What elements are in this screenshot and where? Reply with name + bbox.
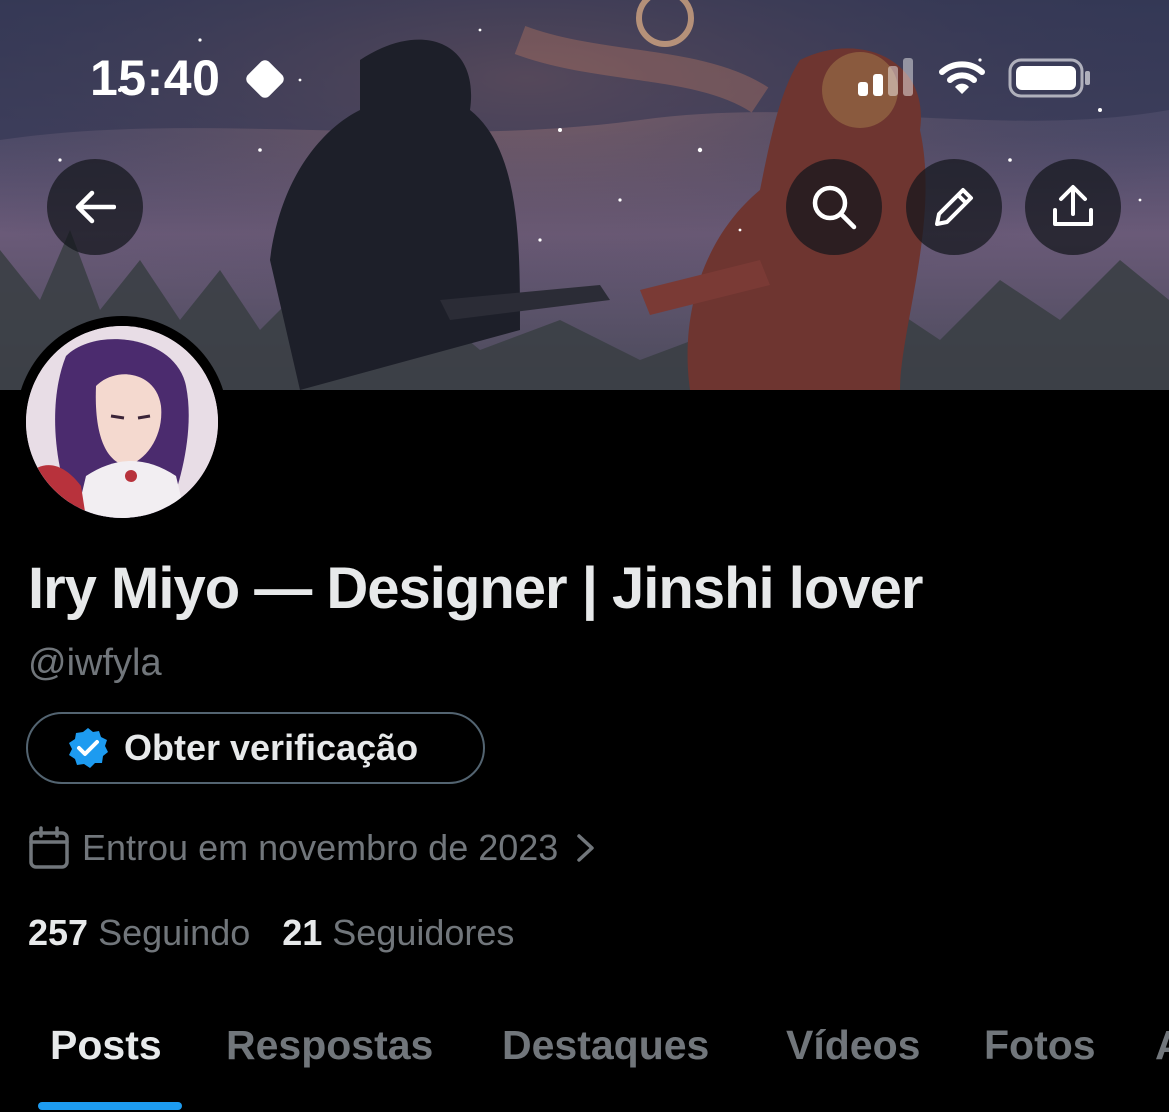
following-link[interactable]: 257 Seguindo [28,912,250,954]
following-label: Seguindo [98,912,251,953]
tab-posts[interactable]: Posts [50,1022,162,1069]
followers-count: 21 [282,912,323,953]
status-time: 15:40 [90,50,221,106]
edit-profile-button[interactable] [906,159,1002,255]
avatar[interactable] [16,316,228,528]
display-name: Iry Miyo — Designer | Jinshi lover [28,556,923,621]
edit-pencil-icon [935,188,973,226]
followers-link[interactable]: 21 Seguidores [282,912,514,954]
search-button[interactable] [786,159,882,255]
search-icon [812,185,857,230]
get-verified-button[interactable]: Obter verificação [26,712,485,784]
share-upload-icon [1053,185,1093,226]
tab-artigos[interactable]: Artigos [1155,1022,1169,1069]
tab-fotos[interactable]: Fotos [984,1022,1096,1069]
join-date[interactable]: Entrou em novembro de 2023 [28,826,598,870]
following-count: 257 [28,912,89,953]
active-tab-indicator [38,1102,182,1110]
wifi-icon [939,61,985,94]
diamond-icon [246,60,284,98]
get-verified-label: Obter verificação [124,727,419,768]
battery-icon [1008,58,1090,98]
avatar-image [26,326,218,518]
back-arrow-icon [75,190,116,224]
user-handle: @iwfyla [28,642,162,684]
followers-label: Seguidores [332,912,515,953]
tab-destaques[interactable]: Destaques [502,1022,709,1069]
tab-respostas[interactable]: Respostas [226,1022,433,1069]
share-button[interactable] [1025,159,1121,255]
profile-tabs: Posts Respostas Destaques Vídeos Fotos A… [0,1018,1169,1112]
calendar-icon [29,826,69,869]
join-date-label: Entrou em novembro de 2023 [82,827,559,868]
verified-badge-icon [69,728,108,768]
tab-videos[interactable]: Vídeos [786,1022,920,1069]
signal-icon [858,58,913,96]
back-button[interactable] [47,159,143,255]
follow-stats: 257 Seguindo 21 Seguidores [28,912,514,954]
chevron-right-icon [577,834,595,862]
